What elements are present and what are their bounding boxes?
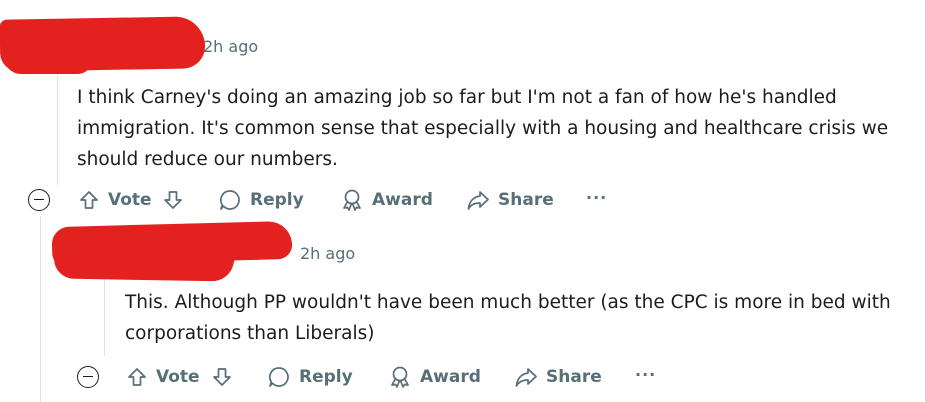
- arrow-up-icon: [80, 191, 98, 209]
- thread-line-comment-2: [104, 276, 105, 356]
- reply-button[interactable]: Reply: [267, 361, 353, 393]
- upvote-button[interactable]: Vote: [126, 361, 200, 393]
- share-label: Share: [546, 367, 602, 387]
- comment-body: This. Although PP wouldn't have been muc…: [125, 292, 891, 344]
- share-button[interactable]: Share: [466, 184, 554, 216]
- more-options-button[interactable]: ···: [635, 365, 656, 384]
- arrow-up-icon: [128, 368, 146, 386]
- share-label: Share: [498, 190, 554, 210]
- share-arrow-icon: [467, 191, 489, 210]
- share-arrow-icon: [515, 368, 537, 387]
- comment-actions: Vote Reply Award Share ···: [28, 184, 648, 216]
- reply-label: Reply: [299, 367, 353, 387]
- thread-line-comment-1: [57, 75, 58, 185]
- collapse-button[interactable]: [77, 366, 99, 388]
- vote-label: Vote: [108, 190, 152, 210]
- comment-actions: Vote Reply Award Share ···: [77, 361, 697, 393]
- award-button[interactable]: Award: [388, 361, 481, 393]
- award-label: Award: [372, 190, 433, 210]
- collapse-button[interactable]: [28, 189, 50, 211]
- more-options-button[interactable]: ···: [586, 188, 607, 207]
- vote-label: Vote: [156, 367, 200, 387]
- reply-button[interactable]: Reply: [218, 184, 304, 216]
- comment-timestamp: 2h ago: [203, 37, 259, 56]
- arrow-down-icon: [213, 368, 231, 386]
- arrow-down-icon: [164, 191, 182, 209]
- reply-label: Reply: [250, 190, 304, 210]
- upvote-button[interactable]: Vote: [78, 184, 152, 216]
- redacted-avatar-2: [53, 242, 235, 282]
- thread-line-branch: [40, 216, 41, 402]
- award-button[interactable]: Award: [340, 184, 433, 216]
- comment-timestamp: 2h ago: [300, 244, 356, 263]
- award-label: Award: [420, 367, 481, 387]
- downvote-button[interactable]: [211, 361, 233, 393]
- redacted-avatar-1: [4, 40, 94, 74]
- speech-bubble-icon: [268, 367, 289, 387]
- share-button[interactable]: Share: [514, 361, 602, 393]
- award-ribbon-icon: [343, 189, 361, 211]
- speech-bubble-icon: [219, 190, 240, 210]
- downvote-button[interactable]: [162, 184, 184, 216]
- comment-body: I think Carney's doing an amazing job so…: [77, 87, 889, 170]
- award-ribbon-icon: [391, 366, 409, 388]
